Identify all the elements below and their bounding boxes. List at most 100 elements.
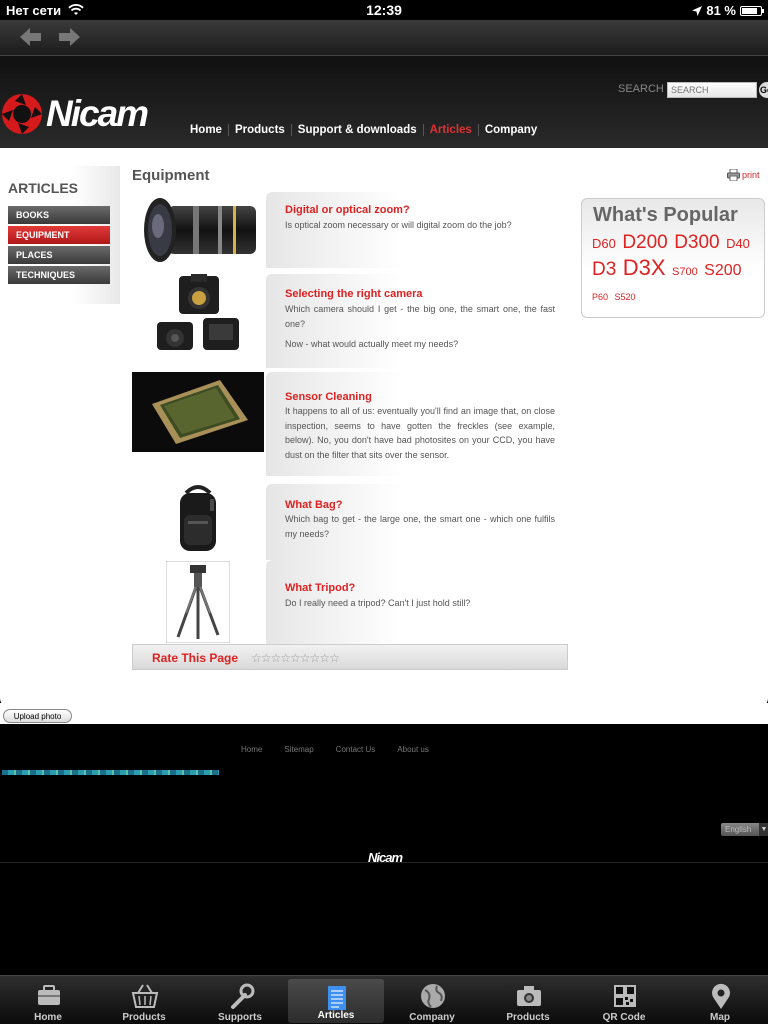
article-description-extra: Now - what would actually meet my needs? bbox=[285, 339, 459, 349]
backpack-image[interactable] bbox=[132, 484, 264, 556]
footer-logo: Nicam bbox=[368, 850, 403, 865]
tab-qr-code[interactable]: QR Code bbox=[576, 976, 672, 1024]
search-label: SEARCH bbox=[618, 83, 664, 95]
upload-strip bbox=[0, 703, 768, 724]
chevron-down-icon: ▼ bbox=[759, 823, 768, 836]
search-input[interactable] bbox=[667, 82, 757, 98]
basket-icon bbox=[131, 984, 159, 1008]
popular-tag[interactable]: D60 bbox=[592, 236, 616, 251]
tab-label: Supports bbox=[218, 1012, 262, 1023]
rate-bar: Rate This Page ☆☆☆☆☆☆☆☆☆ bbox=[132, 644, 568, 670]
tab-supports[interactable]: Supports bbox=[192, 976, 288, 1024]
printer-icon bbox=[727, 169, 740, 181]
tab-products[interactable]: Products bbox=[96, 976, 192, 1024]
nicam-logo-mark-icon bbox=[2, 94, 42, 134]
popular-tag[interactable]: D40 bbox=[726, 236, 750, 251]
status-bar: Нет сети 12:39 81 % bbox=[0, 0, 768, 20]
globe-icon bbox=[421, 984, 445, 1008]
print-link[interactable]: print bbox=[727, 169, 760, 181]
sidebar-title: ARTICLES bbox=[8, 180, 78, 196]
location-arrow-icon bbox=[692, 5, 703, 16]
upload-photo-button[interactable]: Upload photo bbox=[3, 709, 72, 723]
tab-products[interactable]: Products bbox=[480, 976, 576, 1024]
nav-item-products[interactable]: Products bbox=[227, 124, 291, 136]
tab-label: Products bbox=[506, 1012, 550, 1023]
logo-wordmark: Nicam bbox=[46, 93, 149, 134]
battery-percent: 81 % bbox=[706, 3, 736, 18]
main-nav: Home Products Support & downloads Articles C… bbox=[184, 124, 543, 136]
nav-item-articles[interactable]: Articles bbox=[422, 124, 478, 136]
tab-label: Articles bbox=[317, 1010, 355, 1021]
loading-progress-bar bbox=[2, 770, 219, 775]
article-item[interactable]: Selecting the right camera Which camera … bbox=[132, 274, 568, 368]
tripod-image[interactable] bbox=[132, 560, 264, 644]
battery-status: 81 % bbox=[692, 3, 764, 18]
nav-item-company[interactable]: Company bbox=[477, 124, 543, 136]
back-arrow-icon[interactable] bbox=[20, 27, 42, 47]
article-title[interactable]: Digital or optical zoom? bbox=[285, 204, 410, 216]
clock: 12:39 bbox=[366, 2, 402, 18]
page-title: Equipment bbox=[132, 167, 210, 184]
rating-stars[interactable]: ☆☆☆☆☆☆☆☆☆ bbox=[251, 651, 340, 665]
tab-home[interactable]: Home bbox=[0, 976, 96, 1024]
footer-link-sitemap[interactable]: Sitemap bbox=[273, 745, 324, 754]
article-description: Do I really need a tripod? Can't I just … bbox=[285, 598, 471, 608]
site-logo[interactable]: Nicam bbox=[0, 92, 149, 136]
article-title[interactable]: Sensor Cleaning bbox=[285, 391, 372, 403]
tab-label: QR Code bbox=[602, 1012, 646, 1023]
tab-company[interactable]: Company bbox=[384, 976, 480, 1024]
footer-link-contact-us[interactable]: Contact Us bbox=[325, 745, 387, 754]
tab-label: Products bbox=[122, 1012, 166, 1023]
nav-item-support-downloads[interactable]: Support & downloads bbox=[290, 124, 423, 136]
footer-link-about-us[interactable]: About us bbox=[386, 745, 440, 754]
sidebar-item-equipment[interactable]: EQUIPMENT bbox=[8, 226, 110, 244]
nav-item-home[interactable]: Home bbox=[184, 124, 228, 136]
forward-arrow-icon[interactable] bbox=[58, 27, 80, 47]
print-label: print bbox=[742, 170, 760, 180]
popular-box: What's Popular D60 D200 D300 D40 D3 D3X … bbox=[581, 198, 765, 318]
popular-tag[interactable]: D3X bbox=[623, 255, 666, 280]
tab-map[interactable]: Map bbox=[672, 976, 768, 1024]
article-title[interactable]: What Tripod? bbox=[285, 582, 355, 594]
language-select[interactable]: English ▼ bbox=[721, 823, 768, 836]
sensor-image[interactable] bbox=[132, 372, 264, 452]
popular-tag[interactable]: P60 bbox=[592, 292, 608, 302]
language-value: English bbox=[725, 825, 752, 834]
article-title[interactable]: What Bag? bbox=[285, 499, 342, 511]
popular-tag[interactable]: S700 bbox=[672, 266, 698, 278]
article-title[interactable]: Selecting the right camera bbox=[285, 288, 423, 300]
cameras-image[interactable] bbox=[132, 274, 264, 354]
map-pin-icon bbox=[712, 983, 730, 1009]
sidebar-item-places[interactable]: PLACES bbox=[8, 246, 110, 264]
tab-label: Company bbox=[409, 1012, 455, 1023]
article-description: Which bag to get - the large one, the sm… bbox=[285, 514, 555, 539]
search-go-button[interactable]: Go bbox=[759, 82, 768, 98]
article-item[interactable]: Digital or optical zoom? Is optical zoom… bbox=[132, 192, 568, 268]
wrench-icon bbox=[231, 983, 255, 1009]
popular-tag[interactable]: D200 bbox=[622, 232, 667, 253]
article-description: It happens to all of us: eventually you'… bbox=[285, 406, 555, 460]
lens-image[interactable] bbox=[132, 192, 264, 268]
battery-icon bbox=[740, 5, 764, 16]
popular-tag[interactable]: S200 bbox=[704, 262, 741, 279]
tab-bar: Home Products Supports Articles Company Produ… bbox=[0, 975, 768, 1024]
article-description: Which camera should I get - the big one,… bbox=[285, 304, 555, 329]
article-item[interactable]: What Bag? Which bag to get - the large o… bbox=[132, 484, 568, 560]
article-item[interactable]: What Tripod? Do I really need a tripod? … bbox=[132, 560, 568, 644]
document-icon bbox=[328, 986, 346, 1010]
sidebar-menu: BOOKS EQUIPMENT PLACES TECHNIQUES bbox=[8, 206, 110, 286]
article-item[interactable]: Sensor Cleaning It happens to all of us:… bbox=[132, 372, 568, 476]
qr-icon bbox=[614, 985, 636, 1007]
browser-toolbar bbox=[0, 20, 768, 56]
sidebar-item-books[interactable]: BOOKS bbox=[8, 206, 110, 224]
site-header: Nicam SEARCH Go HomeProductsSupport & do… bbox=[0, 56, 768, 148]
tab-articles[interactable]: Articles bbox=[288, 979, 384, 1023]
tab-label: Home bbox=[34, 1012, 62, 1023]
popular-tag[interactable]: S520 bbox=[614, 292, 635, 302]
popular-tag[interactable]: D3 bbox=[592, 259, 616, 280]
popular-tag[interactable]: D300 bbox=[674, 232, 719, 253]
footer-link-home[interactable]: Home bbox=[230, 745, 273, 754]
sidebar-item-techniques[interactable]: TECHNIQUES bbox=[8, 266, 110, 284]
articles-sidebar: ARTICLES BOOKS EQUIPMENT PLACES TECHNIQUES bbox=[0, 166, 120, 304]
rate-label: Rate This Page bbox=[152, 651, 239, 665]
